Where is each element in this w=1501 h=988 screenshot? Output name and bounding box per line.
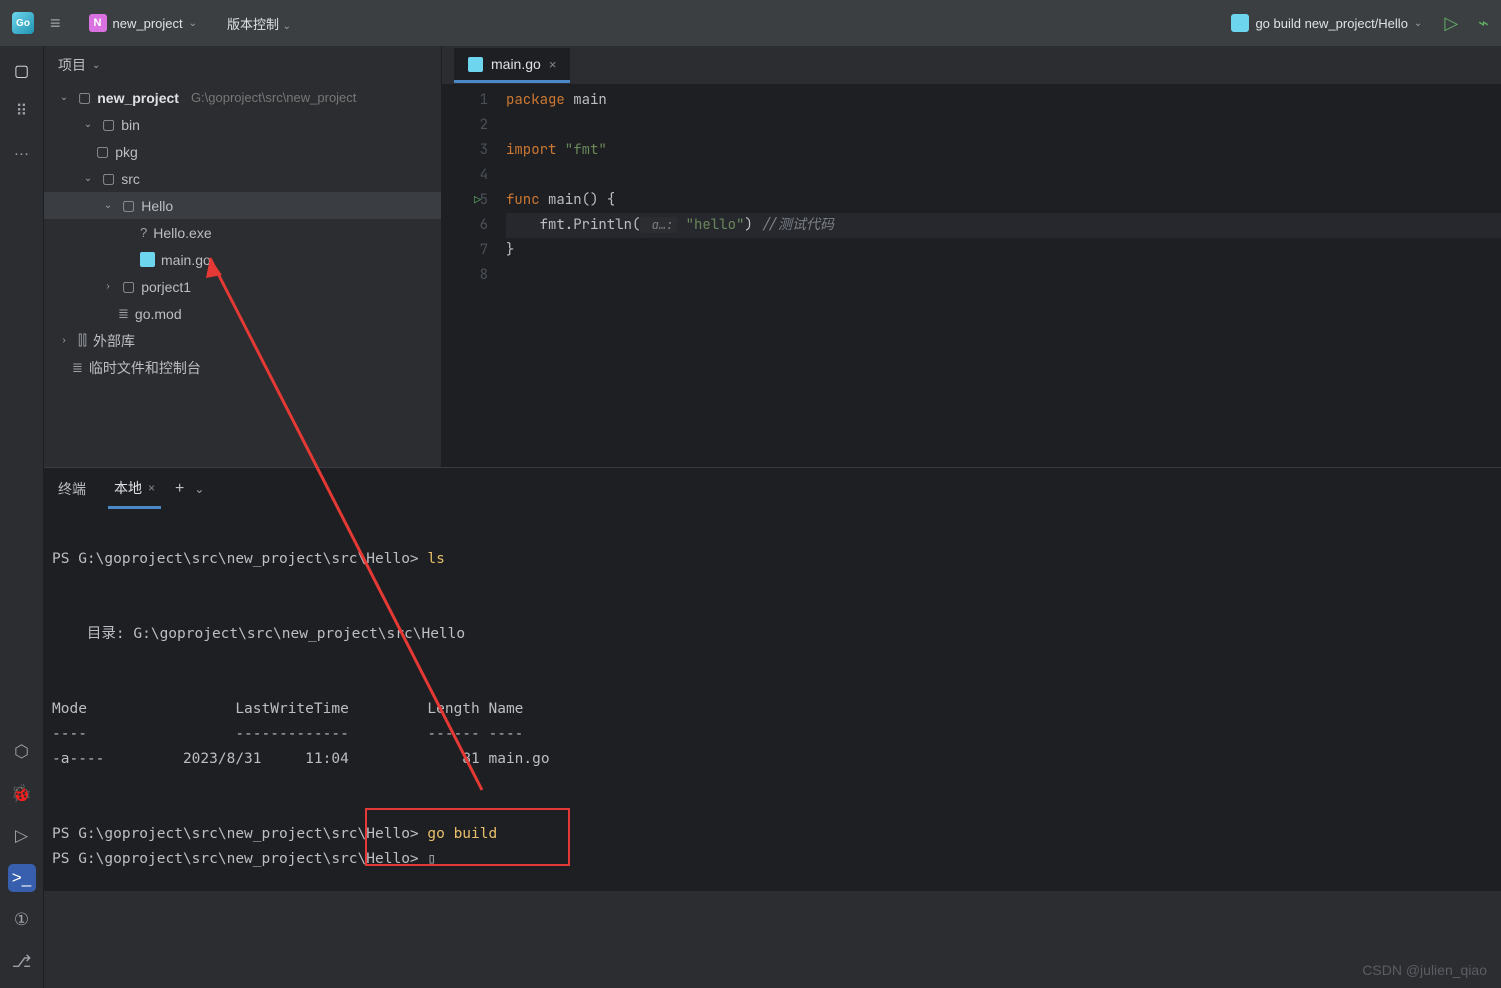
- tree-file-main-go[interactable]: main.go: [44, 246, 441, 273]
- gopher-icon: [1231, 14, 1249, 32]
- tree-folder-porject1[interactable]: › ▢ porject1: [44, 273, 441, 300]
- tree-scratches[interactable]: ≣ 临时文件和控制台: [44, 354, 441, 381]
- project-badge-icon: N: [89, 14, 107, 32]
- watermark: CSDN @julien_qiao: [1362, 962, 1487, 978]
- chevron-down-icon: ⌄: [100, 200, 116, 211]
- chevron-down-icon: ⌄: [80, 173, 96, 184]
- file-icon: ?: [140, 225, 147, 240]
- run-line-icon[interactable]: ▷: [474, 188, 481, 213]
- close-icon[interactable]: ×: [549, 57, 557, 72]
- editor-tabs: main.go ×: [442, 46, 1501, 84]
- tree-file-hello-exe[interactable]: ? Hello.exe: [44, 219, 441, 246]
- titlebar: Go ≡ N new_project ⌄ 版本控制 ⌄ go build new…: [0, 0, 1501, 46]
- chevron-down-icon: ⌄: [92, 60, 100, 71]
- app-logo: Go: [12, 12, 34, 34]
- chevron-down-icon: ⌄: [189, 18, 197, 29]
- chevron-down-icon: ⌄: [283, 21, 291, 32]
- editor-tab-main-go[interactable]: main.go ×: [454, 48, 570, 83]
- library-icon: ⫿⫿: [78, 332, 87, 349]
- debug-button[interactable]: ⌁: [1478, 13, 1489, 34]
- terminal-label[interactable]: 终端: [58, 479, 86, 499]
- terminal-body[interactable]: PS G:\goproject\src\new_project\src\Hell…: [44, 510, 1501, 891]
- scratch-icon: ≣: [72, 360, 83, 376]
- project-panel-header[interactable]: 项目 ⌄: [44, 46, 441, 84]
- run-config-selector[interactable]: go build new_project/Hello ⌄: [1231, 14, 1422, 32]
- chevron-right-icon: ›: [100, 281, 116, 292]
- vcs-menu[interactable]: 版本控制 ⌄: [227, 14, 291, 33]
- run-tool-icon[interactable]: ▷: [8, 822, 36, 850]
- folder-icon: ▢: [78, 89, 91, 106]
- more-tool-icon[interactable]: …: [11, 140, 33, 162]
- folder-icon: ▢: [102, 116, 115, 133]
- structure-tool-icon[interactable]: ⠿: [11, 100, 33, 122]
- tree-root[interactable]: ⌄ ▢ new_project G:\goproject\src\new_pro…: [44, 84, 441, 111]
- terminal-tool-icon[interactable]: >_: [8, 864, 36, 892]
- terminal-tabs: 终端 本地 × + ⌄: [44, 468, 1501, 510]
- terminal-panel: 终端 本地 × + ⌄ PS G:\goproject\src\new_proj…: [44, 467, 1501, 891]
- problems-tool-icon[interactable]: ①: [8, 906, 36, 934]
- services-tool-icon[interactable]: ⬡: [8, 738, 36, 766]
- chevron-down-icon: ⌄: [1414, 18, 1422, 29]
- project-tool-icon[interactable]: ▢: [11, 60, 33, 82]
- project-name: new_project: [113, 16, 183, 31]
- gopher-icon: [468, 57, 483, 72]
- terminal-tab-local[interactable]: 本地 ×: [108, 470, 161, 509]
- chevron-down-icon: ⌄: [56, 92, 72, 103]
- project-selector[interactable]: N new_project ⌄: [81, 10, 206, 36]
- folder-icon: ▢: [102, 170, 115, 187]
- chevron-down-icon: ⌄: [80, 119, 96, 130]
- folder-icon: ▢: [122, 278, 135, 295]
- git-tool-icon[interactable]: ⎇: [8, 948, 36, 976]
- run-button[interactable]: ▷: [1444, 13, 1458, 34]
- bottom-tool-strip: ⬡ 🐞 ▷ >_ ① ⎇: [0, 466, 44, 988]
- file-icon: ≣: [118, 306, 129, 322]
- tree-external-libs[interactable]: › ⫿⫿ 外部库: [44, 327, 441, 354]
- chevron-right-icon: ›: [56, 335, 72, 346]
- tree-folder-pkg[interactable]: ▢ pkg: [44, 138, 441, 165]
- tree-file-gomod[interactable]: ≣ go.mod: [44, 300, 441, 327]
- new-terminal-icon[interactable]: +: [175, 480, 184, 498]
- tree-folder-src[interactable]: ⌄ ▢ src: [44, 165, 441, 192]
- chevron-down-icon[interactable]: ⌄: [194, 482, 204, 496]
- debug-tool-icon[interactable]: 🐞: [8, 780, 36, 808]
- tree-folder-hello[interactable]: ⌄ ▢ Hello: [44, 192, 441, 219]
- folder-icon: ▢: [122, 197, 135, 214]
- gopher-icon: [140, 252, 155, 267]
- tree-folder-bin[interactable]: ⌄ ▢ bin: [44, 111, 441, 138]
- close-icon[interactable]: ×: [148, 481, 155, 495]
- folder-icon: ▢: [96, 143, 109, 160]
- main-menu-icon[interactable]: ≡: [50, 13, 61, 34]
